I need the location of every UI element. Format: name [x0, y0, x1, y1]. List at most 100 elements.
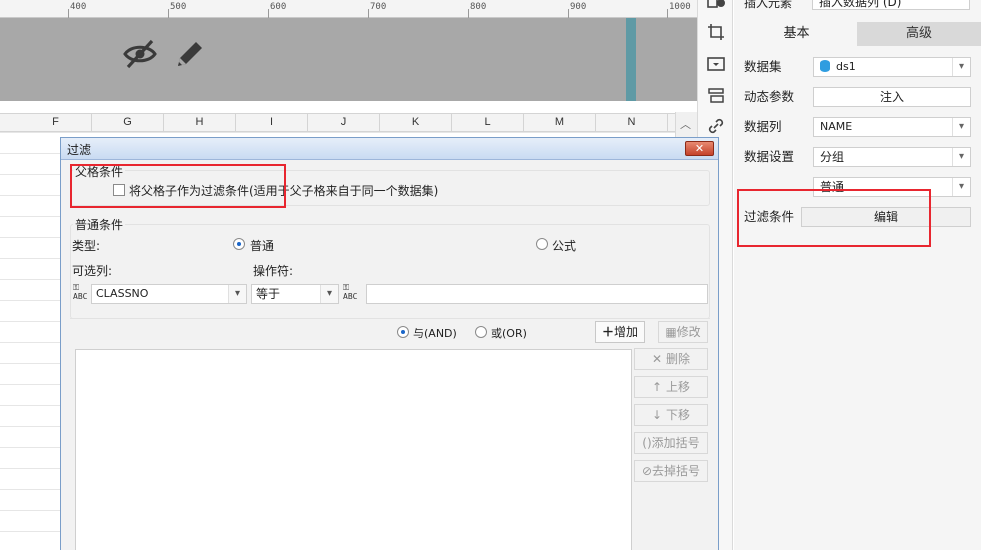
- data-setting-value: 分组: [820, 150, 845, 164]
- chevron-down-icon[interactable]: ▾: [228, 285, 246, 303]
- remove-bracket-button[interactable]: ⊘去掉括号: [634, 460, 708, 482]
- chevron-down-icon[interactable]: ▾: [952, 118, 970, 136]
- dataset-label: 数据集: [744, 59, 782, 74]
- move-down-button-label: 下移: [665, 408, 690, 422]
- properties-panel: 插入元素 插入数据列 (D) 基本 高级 数据集 ds1 ▾ 动态参数 注入 数…: [734, 0, 981, 550]
- insert-element-select[interactable]: 插入数据列 (D): [812, 0, 970, 10]
- move-down-button[interactable]: ↓ 下移: [634, 404, 708, 426]
- data-column-value: NAME: [820, 120, 853, 133]
- column-header[interactable]: G: [92, 114, 164, 131]
- chevron-down-icon[interactable]: ▾: [320, 285, 338, 303]
- column-header[interactable]: L: [452, 114, 524, 131]
- tab-advanced[interactable]: 高级: [857, 22, 981, 46]
- dropdown-box-icon[interactable]: [706, 54, 726, 74]
- pencil-icon[interactable]: [172, 36, 208, 72]
- operator-label: 操作符:: [253, 264, 294, 278]
- horizontal-ruler: 400 500 600 700 800 900 1000: [0, 0, 697, 18]
- chevron-down-icon[interactable]: ▾: [952, 148, 970, 166]
- add-button-label: 增加: [614, 325, 639, 339]
- column-header[interactable]: K: [380, 114, 452, 131]
- ruler-tick: [368, 9, 369, 18]
- ruler-label: 600: [270, 2, 287, 12]
- dataset-select[interactable]: ds1 ▾: [813, 57, 971, 77]
- ruler-label: 400: [70, 2, 87, 12]
- ruler-label: 800: [470, 2, 487, 12]
- add-button[interactable]: ＋增加: [595, 321, 645, 343]
- insert-element-label: 插入元素: [744, 0, 793, 10]
- and-label: 与(AND): [413, 327, 457, 340]
- chevron-down-icon[interactable]: ▾: [952, 58, 970, 76]
- ruler-tick: [168, 9, 169, 18]
- column-header[interactable]: M: [524, 114, 596, 131]
- ruler-tick: [568, 9, 569, 18]
- type-normal-label: 普通: [250, 239, 275, 253]
- optional-column-label: 可选列:: [72, 264, 113, 278]
- move-up-button-label: 上移: [665, 380, 690, 394]
- data-setting-select[interactable]: 分组 ▾: [813, 147, 971, 167]
- move-up-button[interactable]: ↑ 上移: [634, 376, 708, 398]
- highlight-box: [70, 164, 286, 208]
- data-column-label: 数据列: [744, 119, 782, 134]
- plus-icon: ＋: [601, 325, 614, 339]
- or-label: 或(OR): [491, 327, 527, 340]
- ruler-label: 500: [170, 2, 187, 12]
- scroll-up-icon[interactable]: ︿: [680, 116, 691, 132]
- ruler-tick: [468, 9, 469, 18]
- column-select[interactable]: CLASSNO ▾: [91, 284, 247, 304]
- remove-bracket-icon: ⊘: [641, 464, 653, 478]
- arrow-down-icon: ↓: [652, 408, 663, 422]
- column-header[interactable]: N: [596, 114, 668, 131]
- modify-button[interactable]: ▦修改: [658, 321, 708, 343]
- delete-button[interactable]: ✕ 删除: [634, 348, 708, 370]
- value-input[interactable]: [366, 284, 708, 304]
- close-icon: ✕: [652, 352, 663, 366]
- remove-bracket-button-label: 去掉括号: [652, 464, 701, 478]
- tab-basic[interactable]: 基本: [736, 22, 857, 46]
- close-icon[interactable]: ✕: [685, 141, 714, 156]
- operator-select[interactable]: 等于 ▾: [251, 284, 339, 304]
- layout-icon[interactable]: [706, 86, 726, 106]
- chevron-down-icon[interactable]: ▾: [952, 178, 970, 196]
- ruler-tick: [68, 9, 69, 18]
- type-normal-radio[interactable]: [233, 238, 245, 250]
- delete-button-label: 删除: [665, 352, 690, 366]
- column-header[interactable]: J: [308, 114, 380, 131]
- dataset-value: ds1: [836, 60, 856, 73]
- ruler-label: 700: [370, 2, 387, 12]
- modify-icon: ▦: [665, 325, 677, 339]
- ruler-label: 900: [570, 2, 587, 12]
- highlight-box: [737, 189, 931, 247]
- normal-condition-group: [70, 224, 710, 319]
- column-header[interactable]: F: [20, 114, 92, 131]
- operator-select-value: 等于: [256, 287, 281, 301]
- type-label: 类型:: [72, 239, 101, 253]
- column-select-value: CLASSNO: [96, 287, 149, 300]
- dialog-title: 过滤: [67, 143, 92, 157]
- data-setting-label: 数据设置: [744, 149, 795, 164]
- element-info-icon[interactable]: [706, 0, 726, 14]
- link-icon[interactable]: [706, 116, 726, 136]
- bracket-icon: (): [642, 436, 652, 450]
- crop-frame-icon[interactable]: [706, 22, 726, 42]
- selection-marker: [626, 18, 636, 101]
- column-header[interactable]: I: [236, 114, 308, 131]
- or-radio[interactable]: [475, 326, 487, 338]
- ruler-tick: [268, 9, 269, 18]
- widget-preview-area: [0, 18, 697, 101]
- condition-list[interactable]: [75, 349, 632, 550]
- eye-hidden-icon[interactable]: [122, 36, 158, 72]
- add-bracket-button[interactable]: ()添加括号: [634, 432, 708, 454]
- type-formula-radio[interactable]: [536, 238, 548, 250]
- divider: [70, 318, 710, 319]
- and-radio[interactable]: [397, 326, 409, 338]
- inject-button[interactable]: 注入: [813, 87, 971, 107]
- ruler-tick: [667, 9, 668, 18]
- modify-button-label: 修改: [676, 325, 701, 339]
- ruler-label: 1000: [669, 2, 691, 12]
- dialog-title-bar[interactable]: 过滤 ✕: [61, 138, 718, 160]
- column-header[interactable]: H: [164, 114, 236, 131]
- value-type-icon[interactable]: ⚿ ABC: [343, 283, 365, 303]
- insert-element-row: 插入元素 插入数据列 (D): [734, 0, 981, 12]
- column-header-row: F G H I J K L M N: [0, 113, 697, 132]
- data-column-select[interactable]: NAME ▾: [813, 117, 971, 137]
